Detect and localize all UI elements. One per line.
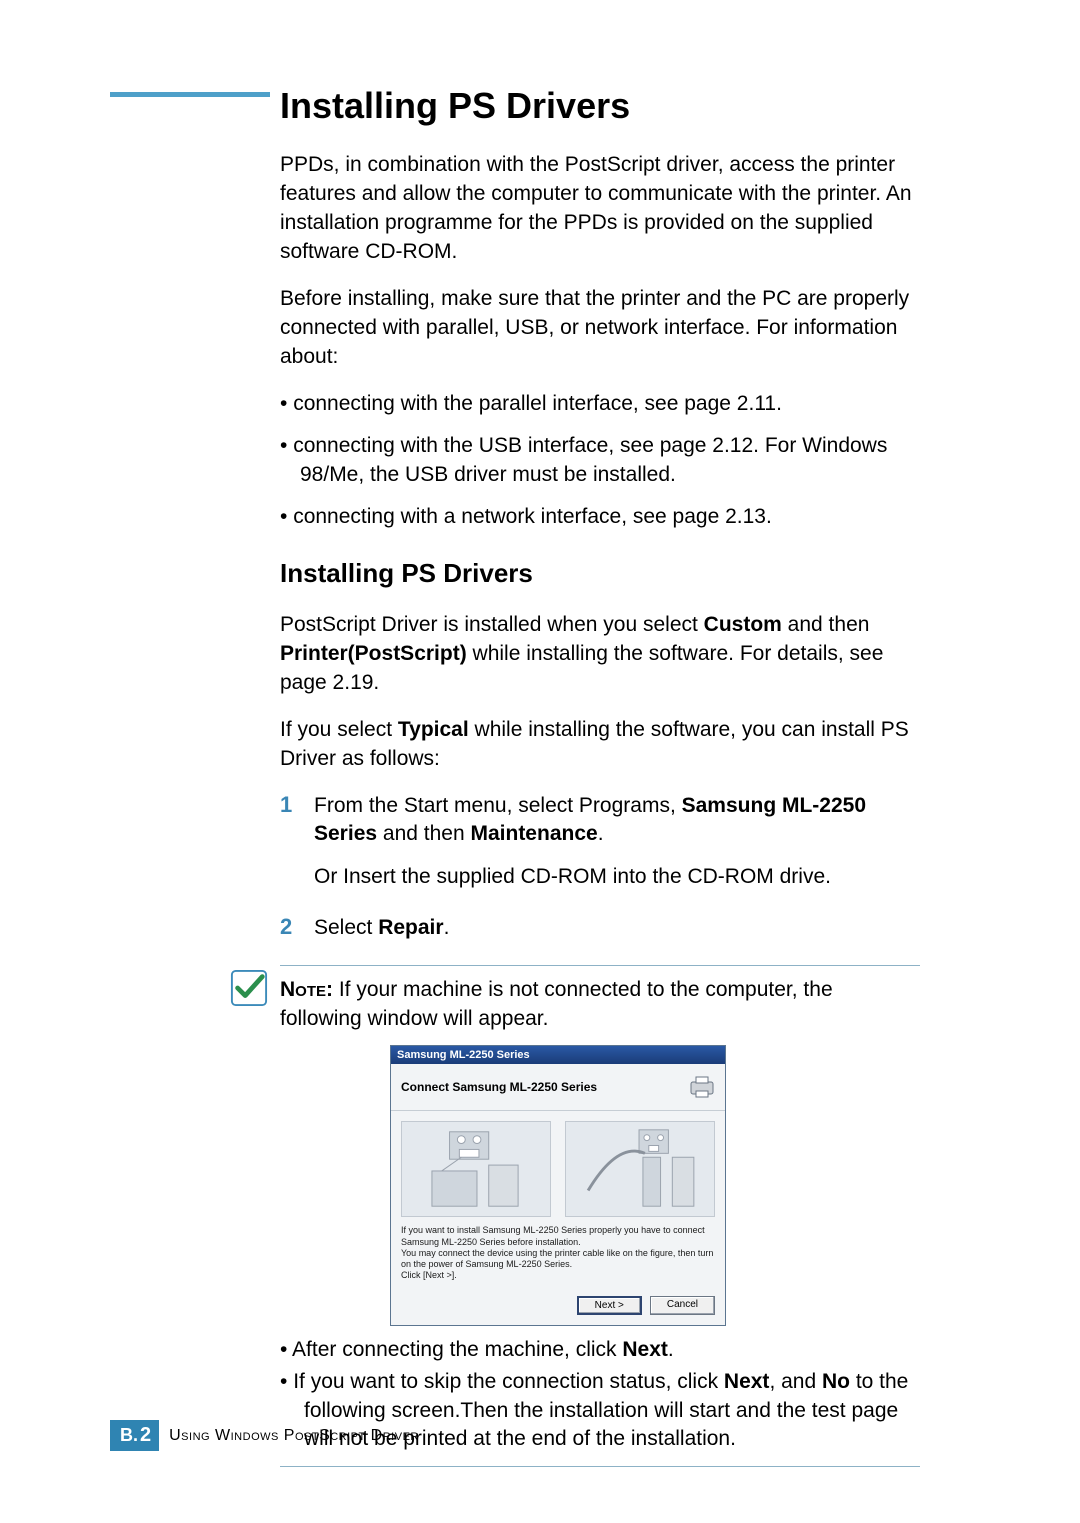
footer-section-title: Using Windows PostScript Driver	[169, 1427, 419, 1445]
section-subtitle: Installing PS Drivers	[280, 558, 920, 589]
step-1: 1 From the Start menu, select Programs, …	[280, 792, 920, 893]
dialog-message: If you want to install Samsung ML-2250 S…	[391, 1225, 725, 1289]
intro-bullets: connecting with the parallel interface, …	[280, 390, 920, 532]
page-title: Installing PS Drivers	[280, 85, 920, 127]
top-accent-rule	[110, 92, 270, 97]
note-bullet-1: After connecting the machine, click Next…	[280, 1336, 920, 1365]
checkmark-icon	[230, 969, 268, 1007]
connect-dialog: Samsung ML-2250 Series Connect Samsung M…	[390, 1045, 726, 1325]
dialog-next-button[interactable]: Next >	[577, 1296, 642, 1315]
intro-bullet-1: connecting with the parallel interface, …	[280, 390, 920, 419]
step-1-line-1: From the Start menu, select Programs, Sa…	[314, 792, 920, 850]
dialog-heading: Connect Samsung ML-2250 Series	[401, 1080, 597, 1094]
note-text: Note: If your machine is not connected t…	[280, 976, 920, 1033]
intro-paragraph-2: Before installing, make sure that the pr…	[280, 285, 920, 372]
intro-bullet-3: connecting with a network interface, see…	[280, 503, 920, 532]
step-number: 2	[280, 914, 292, 940]
note-block: Note: If your machine is not connected t…	[280, 965, 920, 1467]
step-1-line-2: Or Insert the supplied CD-ROM into the C…	[314, 863, 920, 892]
dialog-cancel-button[interactable]: Cancel	[650, 1296, 715, 1315]
dialog-image-usb	[565, 1121, 715, 1217]
printer-icon	[689, 1074, 715, 1100]
page-footer: B.2 Using Windows PostScript Driver	[110, 1420, 419, 1451]
intro-paragraph-1: PPDs, in combination with the PostScript…	[280, 151, 920, 267]
sub-paragraph-1: PostScript Driver is installed when you …	[280, 611, 920, 698]
intro-bullet-2: connecting with the USB interface, see p…	[280, 432, 920, 490]
note-rule-top	[280, 965, 920, 966]
footer-page-box: B.2	[110, 1420, 159, 1451]
dialog-images	[391, 1111, 725, 1225]
dialog-image-parallel	[401, 1121, 551, 1217]
step-number: 1	[280, 792, 292, 818]
step-2: 2 Select Repair.	[280, 914, 920, 943]
sub-paragraph-2: If you select Typical while installing t…	[280, 716, 920, 774]
dialog-titlebar: Samsung ML-2250 Series	[391, 1046, 725, 1064]
step-2-line: Select Repair.	[314, 914, 920, 943]
note-rule-bottom	[280, 1466, 920, 1467]
